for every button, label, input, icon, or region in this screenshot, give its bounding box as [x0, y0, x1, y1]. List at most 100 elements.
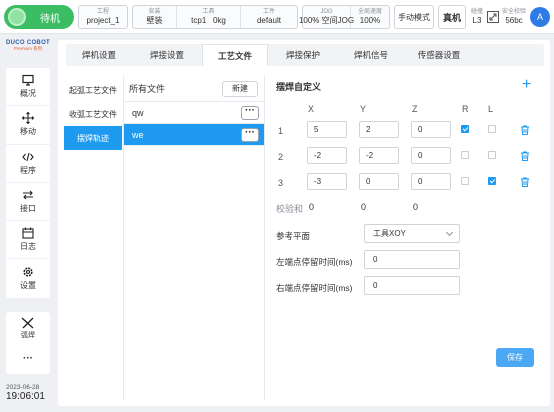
sidebar-item-interface[interactable]: 接口 — [6, 183, 50, 222]
tab-welder-signals[interactable]: 焊机信号 — [338, 44, 404, 66]
expand-icon — [487, 11, 499, 23]
user-avatar[interactable]: A — [530, 7, 550, 27]
sidebar-item-arc-welding[interactable]: 弧焊 — [6, 312, 50, 343]
delete-icon[interactable] — [520, 125, 530, 135]
sidebar-item-label: 程序 — [20, 165, 36, 175]
delete-icon[interactable] — [520, 177, 530, 187]
file-more-button[interactable]: ··· — [241, 127, 259, 142]
tabs-bar: 焊机设置 焊接设置 工艺文件 焊接保护 焊机信号 传感器设置 — [66, 44, 544, 66]
sidebar-nav: 概况 移动 程序 接口 日志 设置 — [6, 68, 50, 298]
real-robot-button[interactable]: 真机 — [438, 5, 466, 29]
tab-sensor-settings[interactable]: 传感器设置 — [406, 44, 472, 66]
project-info[interactable]: 工程 project_1 — [78, 5, 128, 29]
y-input[interactable]: 2 — [359, 121, 399, 138]
status-dot-icon — [8, 8, 26, 26]
r-checkbox[interactable] — [461, 151, 469, 159]
time-text: 19:06:01 — [6, 391, 45, 402]
delete-icon[interactable] — [520, 151, 530, 161]
project-label: 工程 — [96, 9, 109, 15]
x-input[interactable]: -2 — [307, 147, 347, 164]
checksum-x: 0 — [309, 202, 315, 212]
global-speed-label: 全局速度 — [357, 9, 382, 15]
ref-plane-value: 工具XOY — [373, 229, 406, 238]
r-checkbox[interactable] — [461, 125, 469, 133]
z-input[interactable]: 0 — [411, 121, 451, 138]
date-text: 2023-06-28 — [6, 384, 40, 391]
category-weave-path[interactable]: 摆焊轨迹 — [64, 126, 122, 150]
brand-sub: Premium 系列 — [13, 46, 43, 51]
safety-check-label: 安全校验 — [502, 9, 527, 15]
z-input[interactable]: 0 — [411, 147, 451, 164]
main-panel: 焊机设置 焊接设置 工艺文件 焊接保护 焊机信号 传感器设置 起弧工艺文件 收弧… — [58, 40, 550, 406]
add-point-button[interactable]: + — [522, 76, 531, 94]
column-header-z: Z — [412, 104, 418, 114]
tab-process-files[interactable]: 工艺文件 — [202, 44, 268, 66]
robot-config-info[interactable]: 安装 壁装 工具 tcp1 0kg 工件 default — [132, 5, 298, 29]
sidebar-item-settings[interactable]: 设置 — [6, 259, 50, 297]
sidebar-item-move[interactable]: 移动 — [6, 106, 50, 145]
row-index: 3 — [278, 178, 284, 188]
status-label: 待机 — [40, 13, 60, 25]
jog-value: 100% 空间JOG — [298, 16, 355, 25]
weave-detail-panel: 摆焊自定义 + X Y Z R L 1 5 2 0 2 -2 -2 0 3 -3… — [274, 76, 544, 402]
all-files-title: 所有文件 — [129, 84, 166, 94]
sidebar-item-program[interactable]: 程序 — [6, 145, 50, 183]
row-index: 2 — [278, 152, 284, 162]
file-item-qw[interactable]: qw ··· — [124, 102, 264, 124]
file-list-header: 所有文件 新建 — [124, 76, 264, 102]
monitor-icon — [22, 75, 34, 86]
right-dwell-label: 右端点停留时间(ms) — [276, 283, 353, 293]
save-button[interactable]: 保存 — [496, 348, 534, 367]
sidebar-item-log[interactable]: 日志 — [6, 221, 50, 260]
install-value: 壁装 — [146, 16, 163, 25]
move-arrows-icon — [22, 112, 34, 125]
sidebar-more-button[interactable]: ··· — [6, 343, 50, 374]
swap-arrows-icon — [23, 190, 33, 200]
tab-welding-protection[interactable]: 焊接保护 — [270, 44, 336, 66]
r-checkbox[interactable] — [461, 177, 469, 185]
speed-info[interactable]: JOG 100% 空间JOG 全局速度 100% — [298, 5, 390, 29]
brand-logo: DUCO COBOT Premium 系列 — [6, 40, 50, 52]
z-input[interactable]: 0 — [411, 173, 451, 190]
x-input[interactable]: -3 — [307, 173, 347, 190]
sidebar-item-overview[interactable]: 概况 — [6, 68, 50, 107]
left-dwell-input[interactable]: 0 — [364, 250, 460, 269]
category-arc-start[interactable]: 起弧工艺文件 — [64, 78, 122, 102]
left-dwell-label: 左端点停留时间(ms) — [276, 257, 353, 267]
l-checkbox[interactable] — [488, 177, 496, 185]
tool-label: 工具 — [202, 9, 215, 15]
top-bar: 待机 工程 project_1 安装 壁装 工具 tcp1 0kg 工件 def… — [0, 0, 554, 34]
collision-label: 碰撞 — [470, 9, 483, 15]
tab-welding-settings[interactable]: 焊接设置 — [134, 44, 200, 66]
column-header-l: L — [488, 104, 494, 114]
l-checkbox[interactable] — [488, 125, 496, 133]
calendar-icon — [22, 227, 34, 239]
right-dwell-input[interactable]: 0 — [364, 276, 460, 295]
safety-check-value: 56bc — [505, 16, 523, 25]
y-input[interactable]: -2 — [359, 147, 399, 164]
new-file-button[interactable]: 新建 — [222, 80, 258, 97]
file-more-button[interactable]: ··· — [241, 105, 259, 120]
robot-status-pill[interactable]: 待机 — [4, 5, 74, 29]
checksum-z: 0 — [413, 202, 419, 212]
jog-label: JOG — [320, 9, 333, 15]
y-input[interactable]: 0 — [359, 173, 399, 190]
safety-info[interactable]: 碰撞 L3 安全校验 56bc — [470, 5, 526, 29]
file-list: 所有文件 新建 qw ··· we ··· — [123, 76, 265, 400]
detail-title: 摆焊自定义 — [276, 82, 322, 92]
checksum-y: 0 — [361, 202, 367, 212]
sidebar-item-label: 移动 — [20, 127, 36, 137]
welding-torch-icon — [21, 317, 34, 328]
column-header-x: X — [308, 104, 315, 114]
ref-plane-select[interactable]: 工具XOY — [364, 224, 460, 243]
row-index: 1 — [278, 126, 284, 136]
datetime: 2023-06-28 19:06:01 — [6, 384, 52, 402]
manual-mode-button[interactable]: 手动模式 — [394, 5, 434, 29]
code-icon — [22, 152, 34, 161]
column-header-r: R — [462, 104, 469, 114]
l-checkbox[interactable] — [488, 151, 496, 159]
category-arc-end[interactable]: 收弧工艺文件 — [64, 102, 122, 126]
x-input[interactable]: 5 — [307, 121, 347, 138]
tab-welder-settings[interactable]: 焊机设置 — [66, 44, 132, 66]
file-item-we[interactable]: we ··· — [124, 124, 264, 146]
